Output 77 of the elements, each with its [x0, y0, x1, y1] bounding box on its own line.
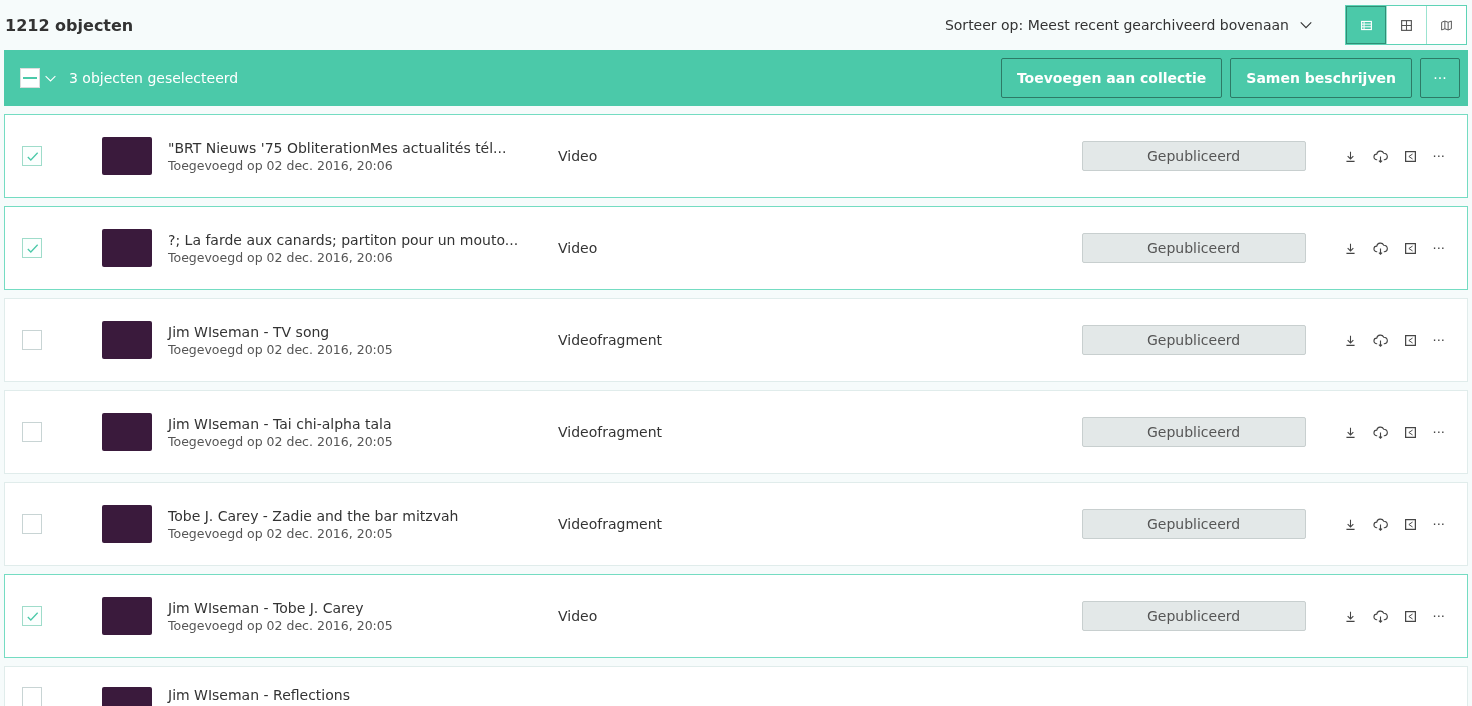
share-icon[interactable] — [1403, 333, 1417, 347]
object-title[interactable]: Jim WIseman - Tai chi-alpha tala — [168, 415, 558, 432]
share-icon[interactable] — [1403, 609, 1417, 623]
row-checkbox[interactable] — [22, 422, 42, 442]
cloud-icon[interactable] — [1372, 240, 1388, 256]
object-row[interactable]: Tobe J. Carey - Zadie and the bar mitzvah Toegevoegd op 02 dec. 2016, 20:05 Videofragment Gepubliceerd ··· — [4, 482, 1468, 566]
status-button[interactable]: Gepubliceerd — [1081, 509, 1306, 539]
added-date: Toegevoegd op 02 dec. 2016, 20:05 — [168, 525, 394, 541]
select-all-checkbox[interactable] — [20, 68, 40, 88]
sort-dropdown[interactable]: Sorteer op: Meest recent gearchiveerd bovenaan — [938, 16, 1319, 34]
share-icon[interactable] — [1403, 241, 1417, 255]
grid-view-icon — [1400, 18, 1413, 32]
cloud-icon[interactable] — [1372, 424, 1388, 440]
row-checkbox[interactable] — [22, 146, 42, 166]
download-icon[interactable] — [1343, 333, 1357, 347]
added-date: Toegevoegd op 02 dec. 2016, 20:06 — [168, 157, 394, 173]
share-icon[interactable] — [1403, 149, 1417, 163]
map-icon — [1440, 18, 1453, 32]
status-button[interactable]: Gepubliceerd — [1081, 417, 1306, 447]
object-title[interactable]: ?; La farde aux canards; partiton pour un mouto... — [168, 231, 558, 248]
more-button[interactable]: ··· — [1432, 332, 1445, 348]
video-thumbnail-placeholder — [102, 321, 152, 359]
object-row[interactable]: Jim WIseman - Reflections — [4, 666, 1468, 706]
object-type: Videofragment — [558, 424, 662, 440]
object-count: 1212 objecten — [4, 15, 134, 35]
cloud-icon[interactable] — [1372, 516, 1388, 532]
row-checkbox[interactable] — [22, 330, 42, 350]
download-icon[interactable] — [1343, 609, 1357, 623]
object-title[interactable]: Jim WIseman - Tobe J. Carey — [168, 599, 558, 616]
row-checkbox[interactable] — [22, 514, 42, 534]
download-icon[interactable] — [1343, 517, 1357, 531]
video-thumbnail-placeholder — [102, 597, 152, 635]
video-thumbnail-placeholder — [102, 505, 152, 543]
object-row[interactable]: Jim WIseman - TV song Toegevoegd op 02 dec. 2016, 20:05 Videofragment Gepubliceerd ··· — [4, 298, 1468, 382]
row-checkbox[interactable] — [22, 606, 42, 626]
status-button[interactable]: Gepubliceerd — [1081, 141, 1306, 171]
object-type: Videofragment — [558, 332, 662, 348]
share-icon[interactable] — [1403, 517, 1417, 531]
download-icon[interactable] — [1343, 241, 1357, 255]
share-icon[interactable] — [1403, 425, 1417, 439]
added-date: Toegevoegd op 02 dec. 2016, 20:05 — [168, 617, 394, 633]
cloud-icon[interactable] — [1372, 332, 1388, 348]
status-button[interactable]: Gepubliceerd — [1081, 233, 1306, 263]
list-view-icon — [1359, 18, 1373, 32]
object-title[interactable]: Jim WIseman - Reflections — [168, 687, 558, 703]
object-row[interactable]: Jim WIseman - Tobe J. Carey Toegevoegd op 02 dec. 2016, 20:05 Video Gepubliceerd ··· — [4, 574, 1468, 658]
status-button[interactable]: Gepubliceerd — [1081, 601, 1306, 631]
more-button[interactable]: ··· — [1432, 148, 1445, 164]
object-type: Videofragment — [558, 516, 662, 532]
row-checkbox[interactable] — [22, 687, 42, 706]
cloud-icon[interactable] — [1372, 148, 1388, 164]
cloud-icon[interactable] — [1372, 608, 1388, 624]
object-type: Video — [558, 240, 598, 256]
added-date: Toegevoegd op 02 dec. 2016, 20:05 — [168, 341, 394, 357]
added-date: Toegevoegd op 02 dec. 2016, 20:06 — [168, 249, 394, 265]
download-icon[interactable] — [1343, 425, 1357, 439]
more-button[interactable]: ··· — [1432, 424, 1445, 440]
object-title[interactable]: "BRT Nieuws '75 ObliterationMes actualités tél... — [168, 139, 558, 156]
video-thumbnail-placeholder — [102, 413, 152, 451]
row-checkbox[interactable] — [22, 238, 42, 258]
more-button[interactable]: ··· — [1432, 240, 1445, 256]
download-icon[interactable] — [1343, 149, 1357, 163]
status-button[interactable]: Gepubliceerd — [1081, 325, 1306, 355]
video-thumbnail-placeholder — [102, 229, 152, 267]
object-type: Video — [558, 608, 598, 624]
more-button[interactable]: ··· — [1432, 516, 1445, 532]
object-title[interactable]: Jim WIseman - TV song — [168, 323, 558, 340]
view-toggle[interactable] — [1346, 6, 1386, 44]
object-row[interactable]: ?; La farde aux canards; partiton pour un mouto... Toegevoegd op 02 dec. 2016, 20:06 Video Gepubliceerd ··· — [4, 206, 1468, 290]
object-row[interactable]: "BRT Nieuws '75 ObliterationMes actualités tél... Toegevoegd op 02 dec. 2016, 20:06 Video Gepubliceerd ··· — [4, 114, 1468, 198]
selection-count: 3 objecten geselecteerd — [69, 70, 239, 86]
video-thumbnail-placeholder — [102, 137, 152, 175]
object-row[interactable]: Jim WIseman - Tai chi-alpha tala Toegevoegd op 02 dec. 2016, 20:05 Videofragment Gepubliceerd ··· — [4, 390, 1468, 474]
object-type: Video — [558, 148, 598, 164]
added-date: Toegevoegd op 02 dec. 2016, 20:05 — [168, 433, 394, 449]
object-title[interactable]: Tobe J. Carey - Zadie and the bar mitzvah — [168, 507, 558, 524]
more-button[interactable]: ··· — [1432, 608, 1445, 624]
